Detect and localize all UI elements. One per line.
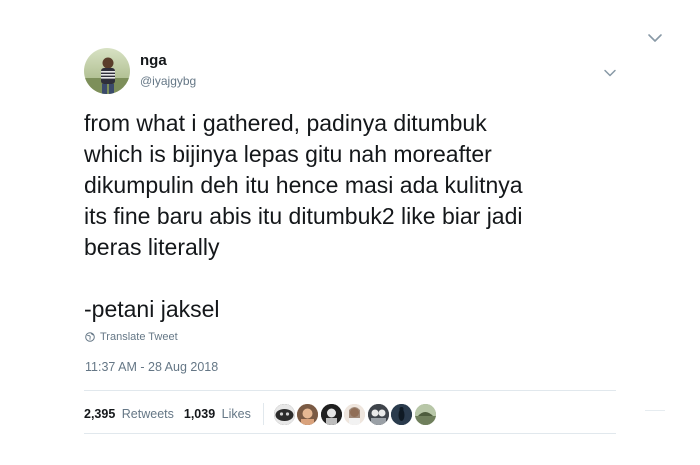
retweets-count: 2,395 — [84, 407, 116, 421]
tweet-text-line: which is bijinya lepas gitu nah moreafte… — [84, 141, 492, 167]
liker-avatar[interactable] — [320, 403, 342, 425]
likes-count: 1,039 — [183, 407, 216, 421]
tweet-text-line: beras literally — [84, 234, 220, 260]
tweet-timestamp[interactable]: 11:37 AM - 28 Aug 2018 — [85, 360, 218, 374]
likes-label: Likes — [221, 407, 251, 421]
liker-avatar[interactable] — [414, 403, 436, 425]
globe-icon — [85, 332, 95, 342]
translate-tweet-link[interactable]: Translate Tweet — [85, 330, 178, 344]
liker-avatar[interactable] — [367, 403, 389, 425]
divider — [262, 403, 264, 425]
user-handle[interactable]: @iyajgybg — [140, 74, 196, 88]
liker-avatars — [273, 403, 439, 425]
tweet-signature: -petani jaksel — [84, 296, 220, 322]
retweets-stat[interactable]: 2,395 Retweets — [84, 407, 174, 421]
divider — [84, 390, 616, 391]
tweet-text-line: its fine baru abis itu ditumbuk2 like bi… — [84, 203, 523, 229]
divider — [645, 410, 665, 411]
liker-avatar[interactable] — [344, 403, 366, 425]
divider — [84, 433, 616, 434]
user-display-name[interactable]: nga — [140, 52, 167, 69]
tweet-text-line: dikumpulin deh itu hence masi ada kulitn… — [84, 172, 523, 198]
liker-avatar[interactable] — [297, 403, 319, 425]
chevron-down-icon[interactable] — [603, 66, 617, 80]
avatar[interactable] — [84, 48, 130, 94]
translate-tweet-label[interactable]: Translate Tweet — [100, 331, 178, 343]
tweet-text-line: from what i gathered, padinya ditumbuk — [84, 110, 487, 136]
likes-stat[interactable]: 1,039 Likes — [184, 407, 251, 421]
tweet-card: nga @iyajgybg from what i gathered, padi… — [84, 44, 616, 434]
liker-avatar[interactable] — [273, 403, 295, 425]
tweet-text: from what i gathered, padinya ditumbuk w… — [84, 108, 614, 325]
retweets-label: Retweets — [121, 407, 174, 421]
tweet-stats: 2,395 Retweets 1,039 Likes — [84, 394, 616, 434]
liker-avatar[interactable] — [391, 403, 413, 425]
chevron-down-icon[interactable] — [647, 30, 663, 46]
